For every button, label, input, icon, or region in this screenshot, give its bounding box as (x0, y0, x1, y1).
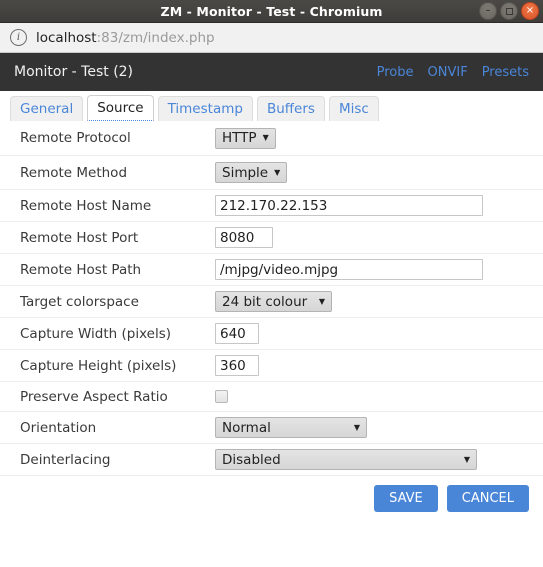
close-glyph: × (525, 5, 535, 16)
tab-bar: General Source Timestamp Buffers Misc (0, 91, 543, 121)
chevron-down-icon: ▼ (353, 422, 360, 432)
tab-source[interactable]: Source (87, 94, 154, 121)
field-remote-host-name (215, 195, 543, 216)
url-path: :83/zm/index.php (96, 29, 215, 46)
source-settings-form: Remote Protocol HTTP ▼ Remote Method Sim… (0, 121, 543, 475)
tab-general[interactable]: General (10, 95, 84, 121)
field-remote-protocol: HTTP ▼ (215, 127, 543, 149)
label-orientation: Orientation (20, 419, 97, 436)
form-row-remote-protocol: Remote Protocol HTTP ▼ (0, 121, 543, 155)
field-target-colorspace: 24 bit colour ▼ (215, 291, 543, 312)
input-capture-height[interactable] (215, 355, 259, 376)
page-title: Monitor - Test (2) (14, 64, 134, 80)
select-target-colorspace[interactable]: 24 bit colour ▼ (215, 291, 332, 312)
label-preserve-aspect-ratio: Preserve Aspect Ratio (20, 388, 168, 405)
window-title: ZM - Monitor - Test - Chromium (160, 3, 383, 19)
save-button[interactable]: SAVE (374, 485, 438, 512)
label-remote-host-port: Remote Host Port (20, 229, 139, 246)
field-capture-width (215, 323, 543, 344)
chevron-down-icon: ▼ (463, 454, 470, 464)
form-row-remote-host-port: Remote Host Port (0, 221, 543, 253)
field-capture-height (215, 355, 543, 376)
form-row-deinterlacing: Deinterlacing Disabled ▼ (0, 443, 543, 475)
header-link-onvif[interactable]: ONVIF (428, 65, 468, 80)
form-row-remote-method: Remote Method Simple ▼ (0, 155, 543, 189)
select-remote-method-value: Simple (222, 164, 269, 181)
minimize-glyph: – (485, 5, 491, 16)
chevron-down-icon: ▼ (318, 296, 325, 306)
label-deinterlacing: Deinterlacing (20, 451, 111, 468)
form-actions: SAVE CANCEL (0, 475, 543, 512)
chevron-down-icon: ▼ (274, 167, 281, 177)
close-icon[interactable]: × (521, 2, 539, 20)
form-row-target-colorspace: Target colorspace 24 bit colour ▼ (0, 285, 543, 317)
select-orientation[interactable]: Normal ▼ (215, 417, 367, 438)
select-deinterlacing-value: Disabled (222, 451, 281, 468)
window-titlebar: ZM - Monitor - Test - Chromium – × (0, 0, 543, 23)
input-remote-host-port[interactable] (215, 227, 273, 248)
maximize-glyph (505, 7, 513, 15)
label-remote-host-path: Remote Host Path (20, 261, 142, 278)
select-target-colorspace-value: 24 bit colour (222, 293, 308, 310)
select-remote-protocol-value: HTTP (222, 130, 257, 146)
form-row-orientation: Orientation Normal ▼ (0, 411, 543, 443)
select-deinterlacing[interactable]: Disabled ▼ (215, 449, 477, 470)
field-remote-method: Simple ▼ (215, 162, 543, 183)
label-capture-width: Capture Width (pixels) (20, 325, 171, 342)
form-row-capture-height: Capture Height (pixels) (0, 349, 543, 381)
select-remote-method[interactable]: Simple ▼ (215, 162, 287, 183)
tab-buffers[interactable]: Buffers (256, 95, 325, 121)
form-row-capture-width: Capture Width (pixels) (0, 317, 543, 349)
browser-urlbar[interactable]: i localhost:83/zm/index.php (0, 23, 543, 53)
tab-misc[interactable]: Misc (328, 95, 379, 121)
label-remote-method: Remote Method (20, 164, 128, 181)
url-text: localhost:83/zm/index.php (36, 30, 215, 46)
header-link-group: Probe ONVIF Presets (377, 65, 529, 80)
input-remote-host-name[interactable] (215, 195, 483, 216)
select-remote-protocol[interactable]: HTTP ▼ (215, 127, 276, 149)
form-row-remote-host-path: Remote Host Path (0, 253, 543, 285)
header-link-probe[interactable]: Probe (377, 65, 414, 80)
label-target-colorspace: Target colorspace (20, 293, 139, 310)
label-remote-host-name: Remote Host Name (20, 197, 152, 214)
window-controls: – × (479, 0, 539, 22)
field-remote-host-port (215, 227, 543, 248)
chevron-down-icon: ▼ (262, 133, 269, 142)
form-row-preserve-aspect-ratio: Preserve Aspect Ratio (0, 381, 543, 411)
form-row-remote-host-name: Remote Host Name (0, 189, 543, 221)
header-link-presets[interactable]: Presets (482, 65, 529, 80)
minimize-icon[interactable]: – (479, 2, 497, 20)
cancel-button[interactable]: CANCEL (446, 485, 529, 512)
label-remote-protocol: Remote Protocol (20, 130, 131, 146)
label-capture-height: Capture Height (pixels) (20, 357, 177, 374)
checkbox-preserve-aspect-ratio[interactable] (215, 390, 228, 403)
field-remote-host-path (215, 259, 543, 280)
page-header: Monitor - Test (2) Probe ONVIF Presets (0, 53, 543, 91)
field-orientation: Normal ▼ (215, 417, 543, 438)
field-preserve-aspect-ratio (215, 390, 543, 403)
input-capture-width[interactable] (215, 323, 259, 344)
select-orientation-value: Normal (222, 419, 271, 436)
page-info-icon[interactable]: i (10, 29, 27, 46)
input-remote-host-path[interactable] (215, 259, 483, 280)
field-deinterlacing: Disabled ▼ (215, 449, 543, 470)
tab-timestamp[interactable]: Timestamp (157, 95, 253, 121)
url-host: localhost (36, 29, 97, 46)
maximize-icon[interactable] (500, 2, 518, 20)
